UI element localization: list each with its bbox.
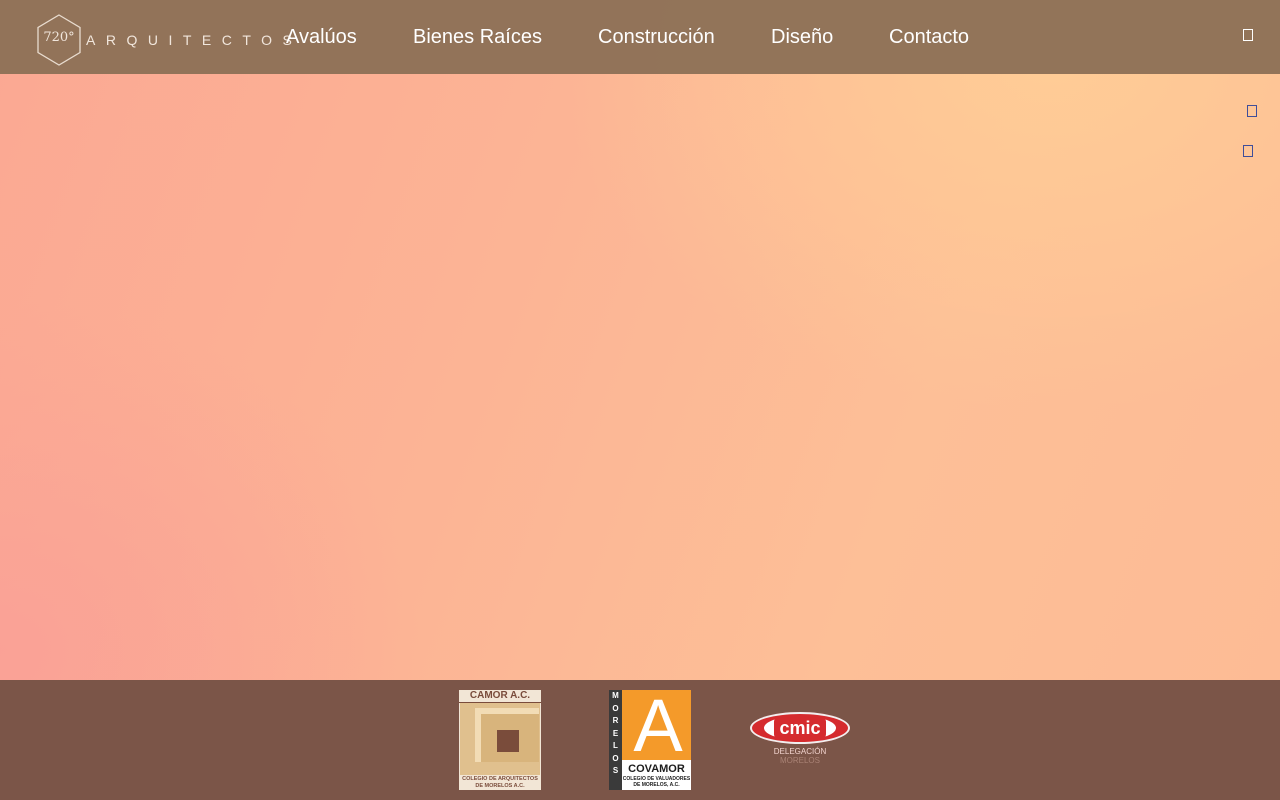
nav-item-avaluos[interactable]: Avalúos <box>286 26 357 49</box>
camor-caption-line2: DE MORELOS A.C. <box>475 782 525 789</box>
nav-item-bienes-raices[interactable]: Bienes Raíces <box>413 26 542 49</box>
camor-caption: COLEGIO DE ARQUITECTOS DE MORELOS A.C. <box>459 776 541 789</box>
covamor-letter-r: R <box>612 716 619 725</box>
logo-number: 720° <box>43 30 75 45</box>
cmic-subtitle-line1: DELEGACIÓN <box>773 747 827 756</box>
covamor-caption-line2: DE MORELOS, A.C. <box>633 782 680 788</box>
covamor-label-box: COVAMOR COLEGIO DE VALUADORES DE MORELOS… <box>622 760 691 790</box>
covamor-name: COVAMOR <box>628 763 685 775</box>
covamor-letter-o: O <box>612 703 619 713</box>
cmic-wordmark: cmic <box>774 716 826 740</box>
covamor-caption: COLEGIO DE VALUADORES DE MORELOS, A.C. <box>622 776 691 788</box>
nav-item-diseno[interactable]: Diseño <box>771 26 833 49</box>
covamor-letter-e: E <box>612 728 619 738</box>
covamor-a-letter: A <box>633 684 683 767</box>
nav-item-contacto[interactable]: Contacto <box>889 26 969 49</box>
camor-title: CAMOR A.C. <box>459 690 541 703</box>
footer-logos-bar: CAMOR A.C. COLEGIO DE ARQUITECTOS DE MOR… <box>0 680 1280 800</box>
covamor-logo[interactable]: M O R E L O S A COVAMOR COLEGIO DE VALUA… <box>609 684 691 790</box>
covamor-letter-l: L <box>613 741 618 750</box>
covamor-letter-m: M <box>612 691 619 700</box>
cmic-subtitle: DELEGACIÓN MORELOS <box>750 747 850 765</box>
covamor-letter-o2: O <box>612 753 619 763</box>
top-navbar: 720° ARQUITECTOS Avalúos Bienes Raíces C… <box>0 0 1280 74</box>
camor-emblem-square <box>497 730 519 752</box>
cmic-subtitle-line2: MORELOS <box>779 756 820 765</box>
cmic-logo[interactable]: cmic DELEGACIÓN MORELOS <box>750 694 850 774</box>
camor-logo[interactable]: CAMOR A.C. COLEGIO DE ARQUITECTOS DE MOR… <box>459 690 541 790</box>
social-icon-2[interactable] <box>1243 145 1253 157</box>
brand-wordmark: ARQUITECTOS <box>86 32 303 48</box>
nav-item-construccion[interactable]: Construcción <box>598 26 715 49</box>
brand-logo[interactable]: 720° ARQUITECTOS <box>36 14 302 66</box>
hexagon-logo-icon: 720° <box>36 14 82 66</box>
hero-banner <box>0 0 1280 680</box>
social-icon-1[interactable] <box>1247 105 1257 117</box>
menu-icon[interactable] <box>1243 29 1253 41</box>
covamor-vertical-text: M O R E L O S <box>609 690 622 790</box>
covamor-letter-s: S <box>612 766 619 775</box>
camor-caption-line1: COLEGIO DE ARQUITECTOS <box>462 776 538 782</box>
